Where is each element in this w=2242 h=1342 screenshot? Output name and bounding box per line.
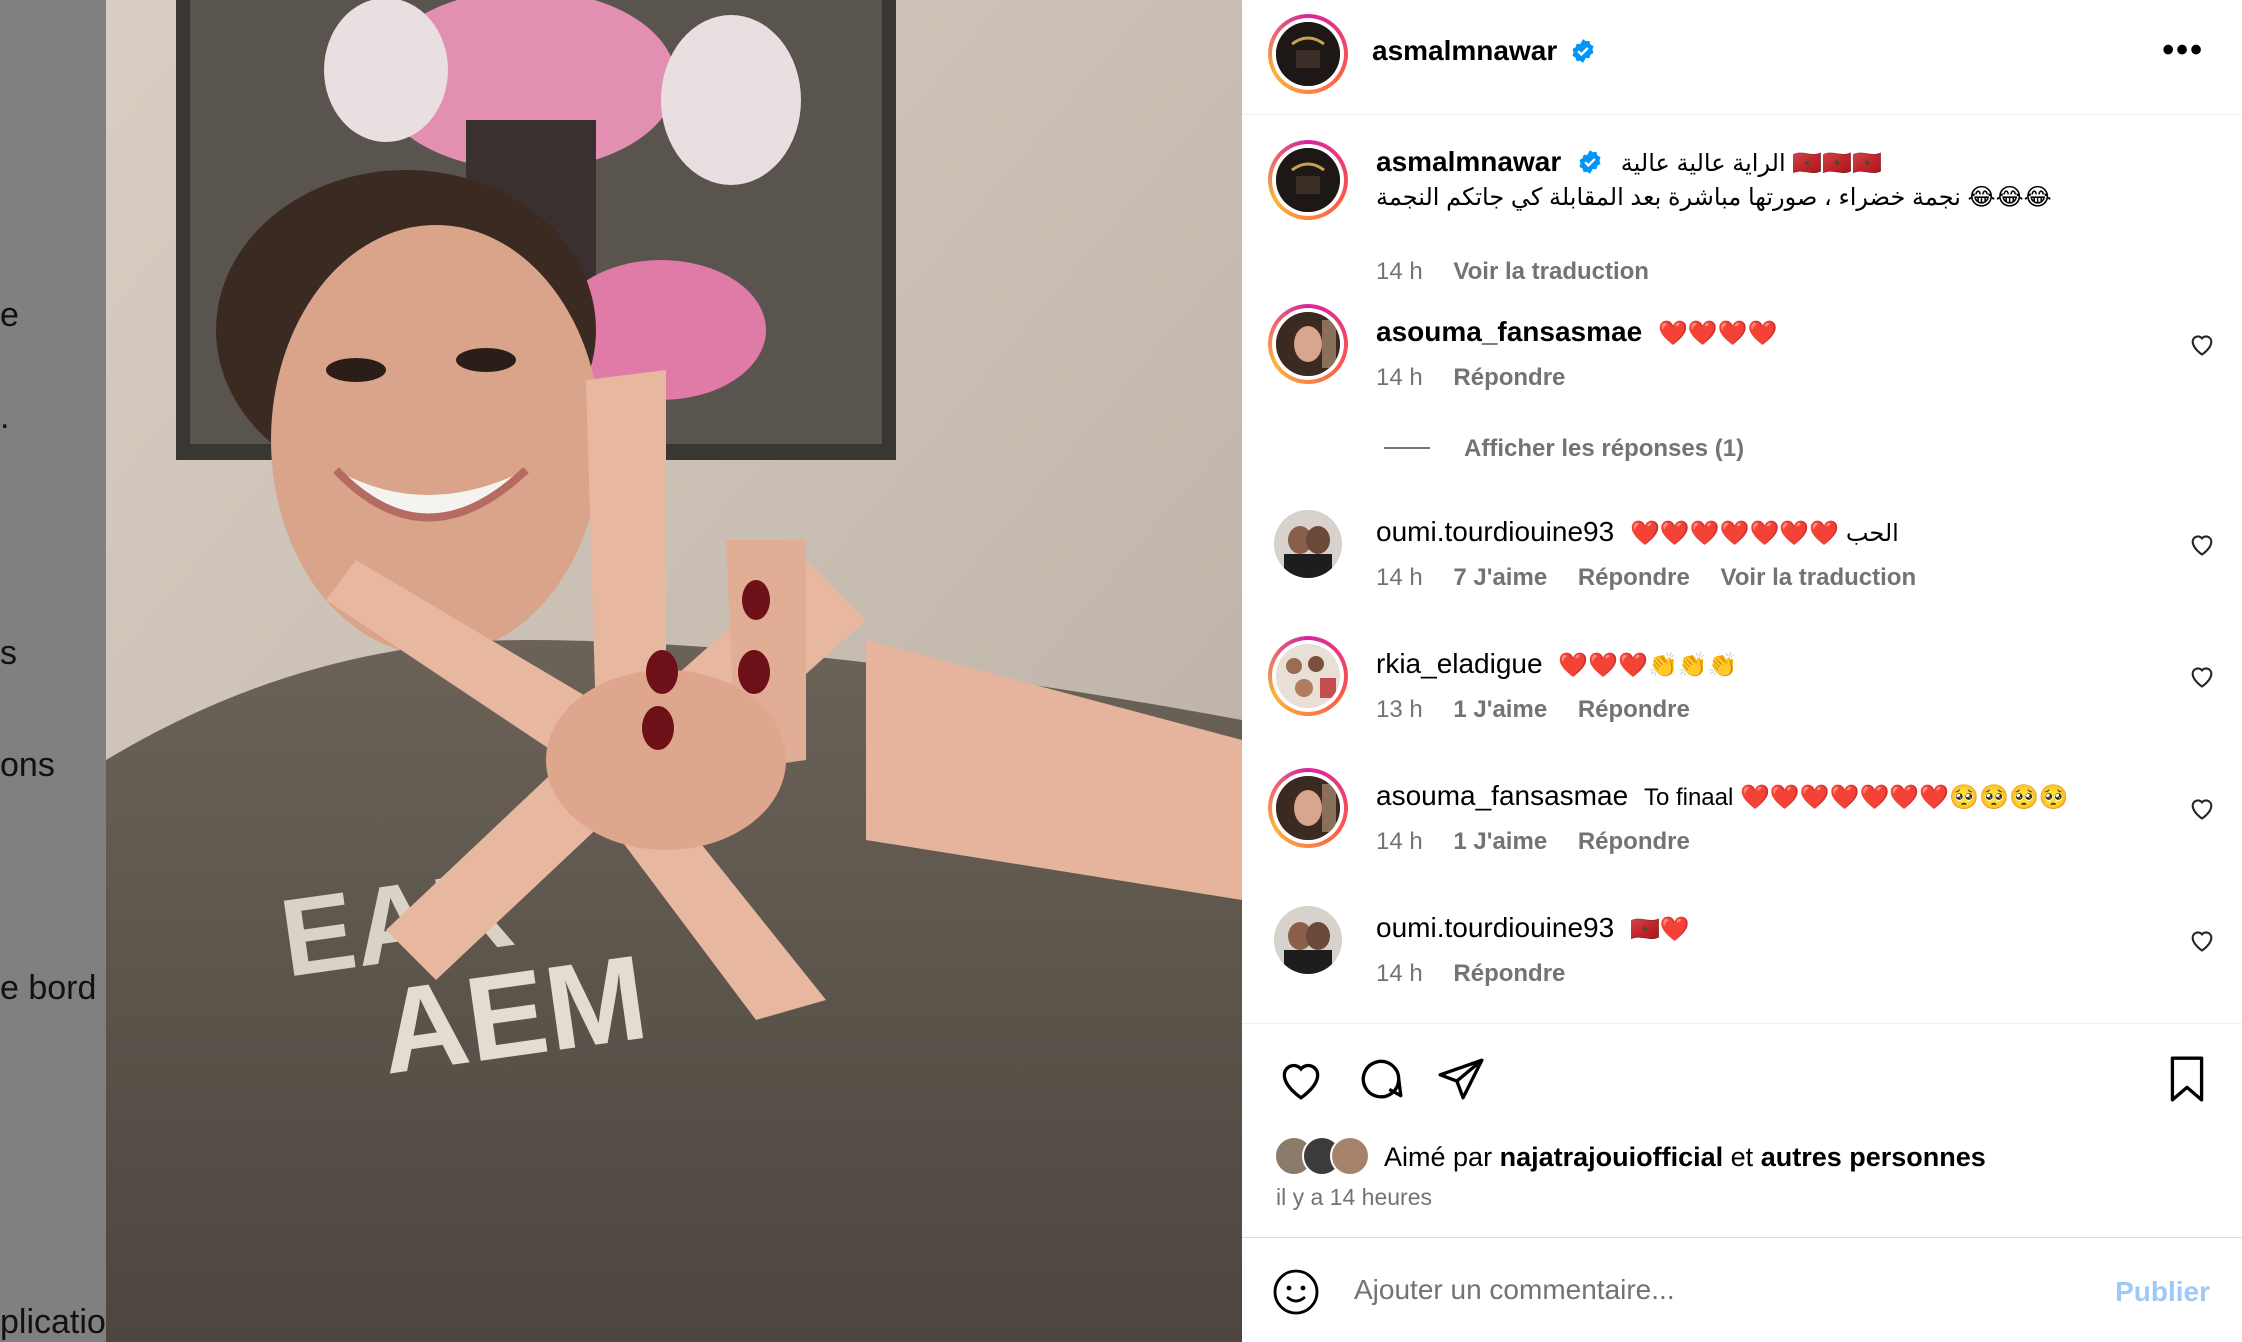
author-avatar[interactable] [1268,14,1348,94]
post-photo[interactable]: EAR AEM [106,0,1242,1342]
commenter-avatar[interactable] [1268,304,1348,384]
sidebar-fragment: plicatio [0,1303,106,1341]
comment-input[interactable] [1354,1268,2114,1312]
verified-badge-icon [1572,39,1594,63]
comments-list[interactable]: asmalmnawar الراية عالية عالية 🇲🇦🇲🇦🇲🇦 نج… [1242,116,2242,1023]
comment-bubble-icon[interactable] [1356,1054,1406,1104]
comment-username[interactable]: asouma_fansasmae [1376,780,1628,811]
comment-row: asouma_fansasmae ❤️❤️❤️❤️ 14 h Répondre [1242,304,2242,404]
post-timestamp[interactable]: il y a 14 heures [1276,1184,1432,1211]
like-heart-icon[interactable] [1276,1054,1326,1104]
reply-link[interactable]: Répondre [1453,364,1565,391]
comment-username[interactable]: asouma_fansasmae [1376,316,1642,347]
comment-like-heart-icon[interactable] [2188,926,2216,954]
comment-like-heart-icon[interactable] [2188,330,2216,358]
caption-line-2: نجمة خضراء ، صورتها مباشرة بعد المقابلة … [1376,184,2052,211]
reply-link[interactable]: Répondre [1578,828,1690,855]
sidebar-fragment: . [0,398,10,436]
comment-text: ❤️❤️❤️❤️ [1657,320,1778,347]
comment-text: 🇲🇦❤️ [1629,916,1690,943]
comment-row: rkia_eladigue ❤️❤️❤️👏👏👏 13 h 1 J'aime Ré… [1242,636,2242,736]
comment-text: To finaal ❤️❤️❤️❤️❤️❤️❤️🥺🥺🥺🥺 [1643,784,2069,811]
commenter-avatar[interactable] [1268,636,1348,716]
comment-time: 13 h [1376,696,1423,723]
verified-badge-icon [1579,150,1601,174]
author-username[interactable]: asmalmnawar [1372,35,1557,66]
comment-like-heart-icon[interactable] [2188,530,2216,558]
post-header: asmalmnawar ••• [1242,0,2242,115]
liked-by-prefix: Aimé par [1384,1142,1493,1172]
caption-time: 14 h [1376,258,1423,285]
comment-username[interactable]: oumi.tourdiouine93 [1376,912,1614,943]
commenter-avatar[interactable] [1268,768,1348,848]
comment-like-heart-icon[interactable] [2188,794,2216,822]
liked-by: Aimé par najatrajouiofficial et autres p… [1274,1136,1986,1176]
reply-link[interactable]: Répondre [1578,696,1690,723]
view-replies-link[interactable]: Afficher les réponses (1) [1384,435,1744,463]
caption-line-1: الراية عالية عالية 🇲🇦🇲🇦🇲🇦 [1620,150,1882,177]
emoji-picker-icon[interactable] [1272,1268,1320,1316]
background-sidebar: e . s ons e bord plicatio [0,0,106,1342]
post-detail-panel: asmalmnawar ••• asmalmnawar الراية عالية… [1242,0,2242,1342]
comment-time: 14 h [1376,364,1423,391]
reply-link[interactable]: Répondre [1578,564,1690,591]
more-options-icon[interactable]: ••• [2162,33,2204,67]
liked-by-others[interactable]: autres personnes [1761,1142,1986,1172]
view-replies-label[interactable]: Afficher les réponses (1) [1464,435,1744,462]
comment-composer: Publier [1242,1237,2242,1342]
liked-by-user[interactable]: najatrajouiofficial [1500,1142,1724,1172]
commenter-avatar[interactable] [1274,510,1342,578]
publish-button[interactable]: Publier [2115,1276,2210,1308]
post-actions: Aimé par najatrajouiofficial et autres p… [1242,1023,2242,1238]
comment-time: 14 h [1376,828,1423,855]
reply-link[interactable]: Répondre [1453,960,1565,987]
comment-time: 14 h [1376,564,1423,591]
comment-text: ❤️❤️❤️❤️❤️❤️❤️ الحب [1629,520,1899,547]
replies-divider [1384,447,1430,449]
comment-username[interactable]: oumi.tourdiouine93 [1376,516,1614,547]
save-bookmark-icon[interactable] [2162,1054,2212,1104]
comment-likes[interactable]: 7 J'aime [1453,564,1547,591]
translate-link[interactable]: Voir la traduction [1721,564,1917,591]
comment-row: oumi.tourdiouine93 🇲🇦❤️ 14 h Répondre [1242,900,2242,1000]
sidebar-fragment: e bord [0,969,97,1007]
share-send-icon[interactable] [1436,1054,1486,1104]
comment-text: ❤️❤️❤️👏👏👏 [1558,652,1738,679]
commenter-avatar[interactable] [1274,906,1342,974]
comment-like-heart-icon[interactable] [2188,662,2216,690]
comment-likes[interactable]: 1 J'aime [1453,696,1547,723]
comment-row: asouma_fansasmae To finaal ❤️❤️❤️❤️❤️❤️❤… [1242,768,2242,868]
sidebar-fragment: ons [0,746,55,784]
post-caption: asmalmnawar الراية عالية عالية 🇲🇦🇲🇦🇲🇦 نج… [1242,140,2242,310]
liker-avatars[interactable] [1274,1136,1374,1176]
liked-by-joiner: et [1730,1142,1754,1172]
comment-username[interactable]: rkia_eladigue [1376,648,1543,679]
caption-username[interactable]: asmalmnawar [1376,146,1561,177]
comment-likes[interactable]: 1 J'aime [1453,828,1547,855]
comment-time: 14 h [1376,960,1423,987]
sidebar-fragment: s [0,634,17,672]
caption-translate-link[interactable]: Voir la traduction [1453,258,1649,285]
photo-illustration: EAR AEM [106,0,1242,1342]
sidebar-fragment: e [0,296,19,334]
comment-row: oumi.tourdiouine93 ❤️❤️❤️❤️❤️❤️❤️ الحب 1… [1242,504,2242,604]
author-avatar[interactable] [1268,140,1348,220]
